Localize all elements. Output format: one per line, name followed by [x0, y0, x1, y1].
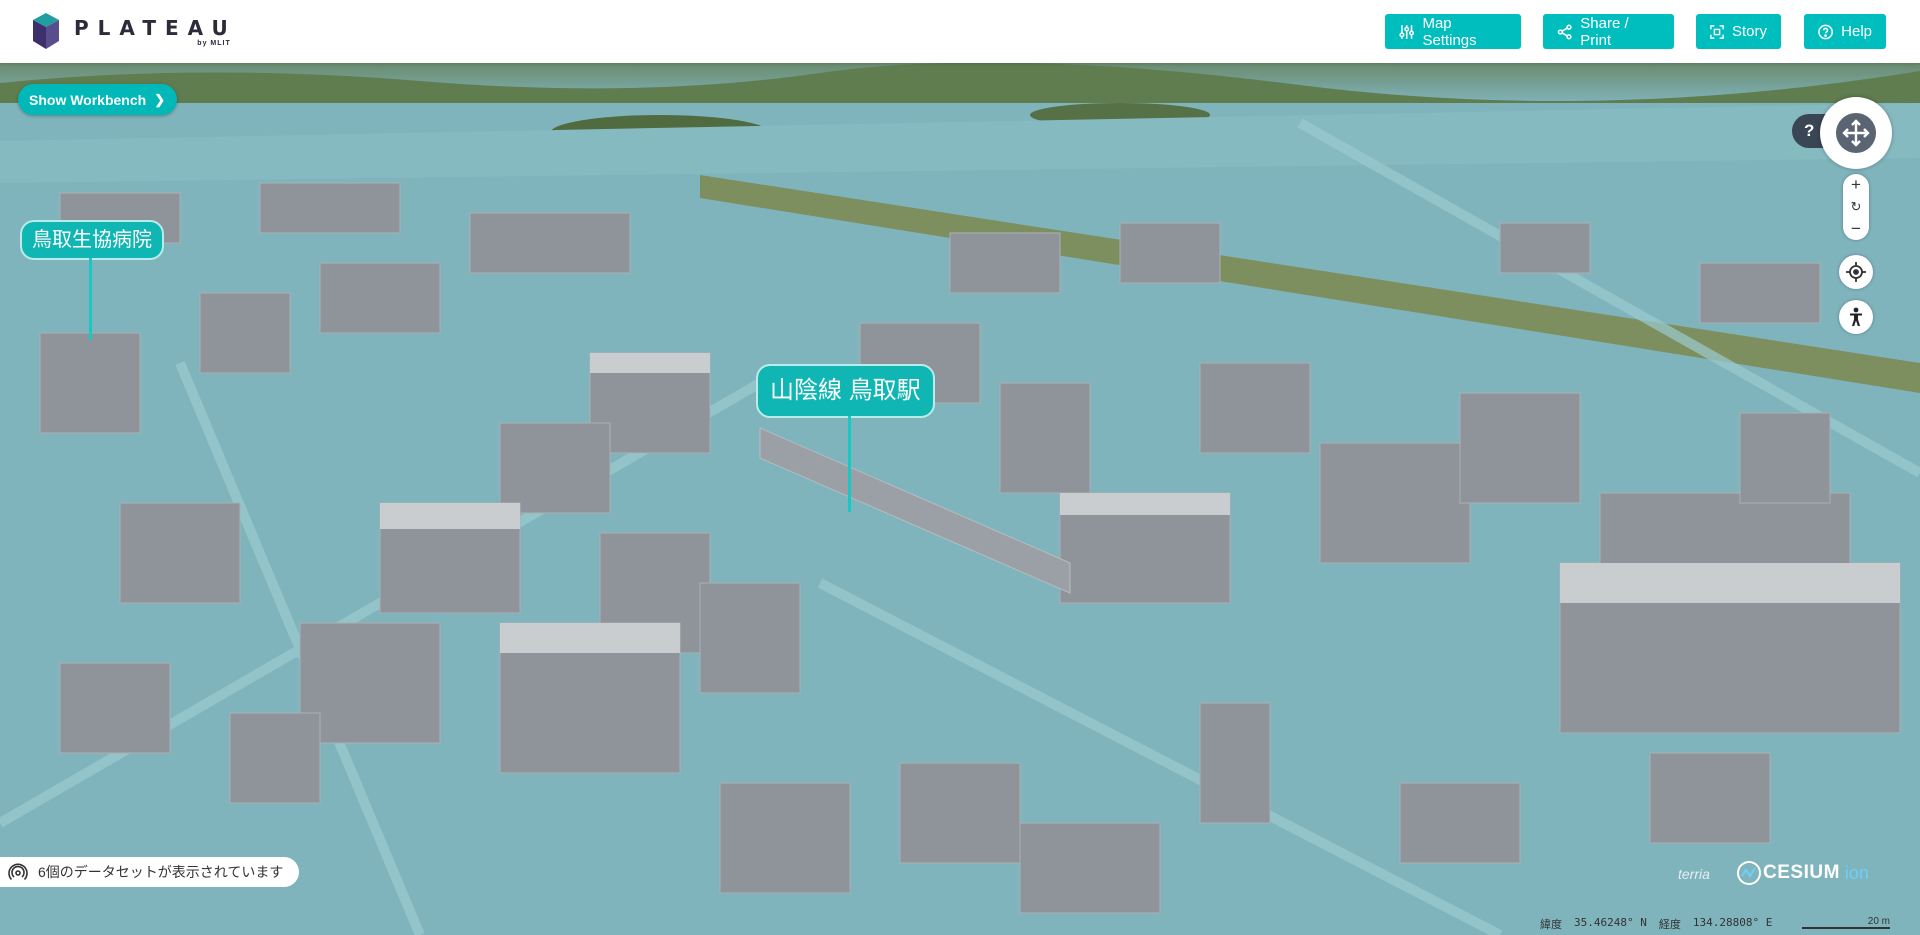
ion-logo-text: ion	[1844, 862, 1869, 883]
compass-center[interactable]	[1836, 113, 1876, 153]
help-label: Help	[1841, 23, 1872, 40]
plateau-cube-icon	[33, 13, 59, 49]
compass-control[interactable]	[1820, 97, 1892, 169]
share-print-button[interactable]: Share / Print	[1543, 14, 1674, 49]
pan-arrows-icon	[1842, 119, 1870, 147]
help-button[interactable]: Help	[1804, 14, 1886, 49]
scale-bar: 20 m	[1802, 916, 1890, 929]
story-button[interactable]: Story	[1696, 14, 1781, 49]
story-label: Story	[1731, 23, 1767, 40]
map-settings-button[interactable]: Map Settings	[1385, 14, 1521, 49]
map-viewport[interactable]	[0, 63, 1920, 935]
show-workbench-button[interactable]: Show Workbench ❯	[18, 84, 178, 115]
logo-byline: by MLIT	[197, 39, 231, 47]
top-bar: PLATEAU by MLIT Map Settings Share / Pri…	[0, 0, 1920, 63]
map-label-hospital-text: 鳥取生協病院	[32, 229, 152, 251]
city-3d-scene	[0, 63, 1920, 935]
help-circle-icon	[1818, 24, 1833, 39]
plateau-logo[interactable]: PLATEAU by MLIT	[32, 10, 237, 52]
map-label-hospital[interactable]: 鳥取生協病院	[20, 220, 164, 260]
map-label-station-leader	[848, 416, 851, 512]
datasets-status-text: 6個のデータセットが表示されています	[38, 864, 284, 880]
latitude-label: 緯度	[1540, 918, 1562, 931]
cesium-logo-text: CESIUM	[1763, 862, 1840, 883]
longitude-value: 134.28808° E	[1692, 916, 1773, 929]
share-print-label: Share / Print	[1580, 14, 1629, 49]
story-frame-icon	[1710, 24, 1724, 39]
cesium-ion-logo[interactable]: CESIUM ion	[1737, 861, 1869, 885]
zoom-reset-button[interactable]: ↻	[1843, 196, 1869, 218]
longitude-label: 経度	[1658, 918, 1681, 931]
crosshair-icon	[1846, 262, 1866, 282]
person-icon	[1850, 307, 1862, 326]
latitude-value: 35.46248° N	[1574, 916, 1647, 929]
logo-wordmark: PLATEAU	[74, 15, 237, 40]
zoom-control: + ↻ −	[1843, 174, 1869, 240]
map-label-station[interactable]: 山陰線 鳥取駅	[756, 364, 935, 418]
scale-bar-label: 20 m	[1867, 916, 1890, 927]
show-workbench-label: Show Workbench	[29, 91, 147, 108]
zoom-in-button[interactable]: +	[1843, 174, 1869, 196]
map-settings-label: Map Settings	[1422, 14, 1477, 49]
share-icon	[1557, 24, 1572, 39]
terria-logo-text: terria	[1678, 866, 1710, 882]
chevron-right-icon: ❯	[154, 91, 166, 107]
terria-logo[interactable]: terria	[1678, 866, 1710, 882]
map-label-station-text: 山陰線 鳥取駅	[770, 377, 921, 404]
sliders-icon	[1399, 24, 1415, 39]
navigation-help-glyph: ?	[1804, 121, 1815, 140]
broadcast-icon	[8, 863, 28, 881]
cesium-logo-icon	[1737, 861, 1761, 885]
datasets-status-pill[interactable]: 6個のデータセットが表示されています	[0, 857, 300, 887]
zoom-out-button[interactable]: −	[1843, 218, 1869, 240]
pedestrian-mode-button[interactable]	[1839, 300, 1873, 334]
coordinate-readout: 緯度 35.46248° N 経度 134.28808° E	[1540, 916, 1784, 932]
map-label-hospital-leader	[89, 258, 92, 340]
my-location-button[interactable]	[1839, 255, 1873, 289]
